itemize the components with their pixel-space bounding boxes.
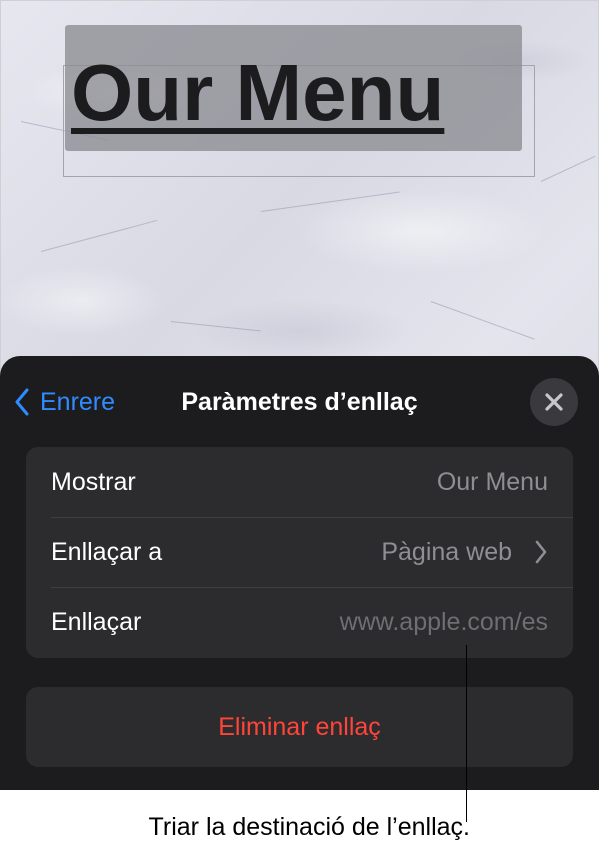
texture-crack <box>40 219 158 252</box>
texture-crack <box>260 191 400 212</box>
link-settings-sheet: Enrere Paràmetres d’enllaç Mostrar Our M… <box>0 356 599 790</box>
display-label: Mostrar <box>51 467 136 496</box>
link-url-row[interactable]: Enllaçar www.apple.com/es <box>26 587 573 657</box>
link-url-label: Enllaçar <box>51 607 142 636</box>
link-to-label: Enllaçar a <box>51 537 163 566</box>
callout-caption: Triar la destinació de l’enllaç. <box>148 813 470 841</box>
remove-link-button[interactable]: Eliminar enllaç <box>26 687 573 767</box>
link-to-row[interactable]: Enllaçar a Pàgina web <box>26 517 573 587</box>
link-url-value[interactable]: www.apple.com/es <box>340 608 548 637</box>
display-value: Our Menu <box>436 467 548 496</box>
texture-crack <box>540 155 596 182</box>
chevron-right-icon <box>535 540 547 564</box>
sheet-title: Paràmetres d’enllaç <box>181 388 418 416</box>
callout-leader-line <box>466 645 467 822</box>
texture-crack <box>430 301 535 340</box>
document-title-link[interactable]: Our Menu <box>71 45 521 141</box>
link-settings-group: Mostrar Our Menu Enllaçar a Pàgina web E… <box>26 447 573 658</box>
display-row[interactable]: Mostrar Our Menu <box>26 447 573 517</box>
close-button[interactable] <box>530 378 578 426</box>
close-icon <box>545 393 563 411</box>
link-to-value: Pàgina web <box>381 537 512 566</box>
texture-crack <box>170 321 261 332</box>
